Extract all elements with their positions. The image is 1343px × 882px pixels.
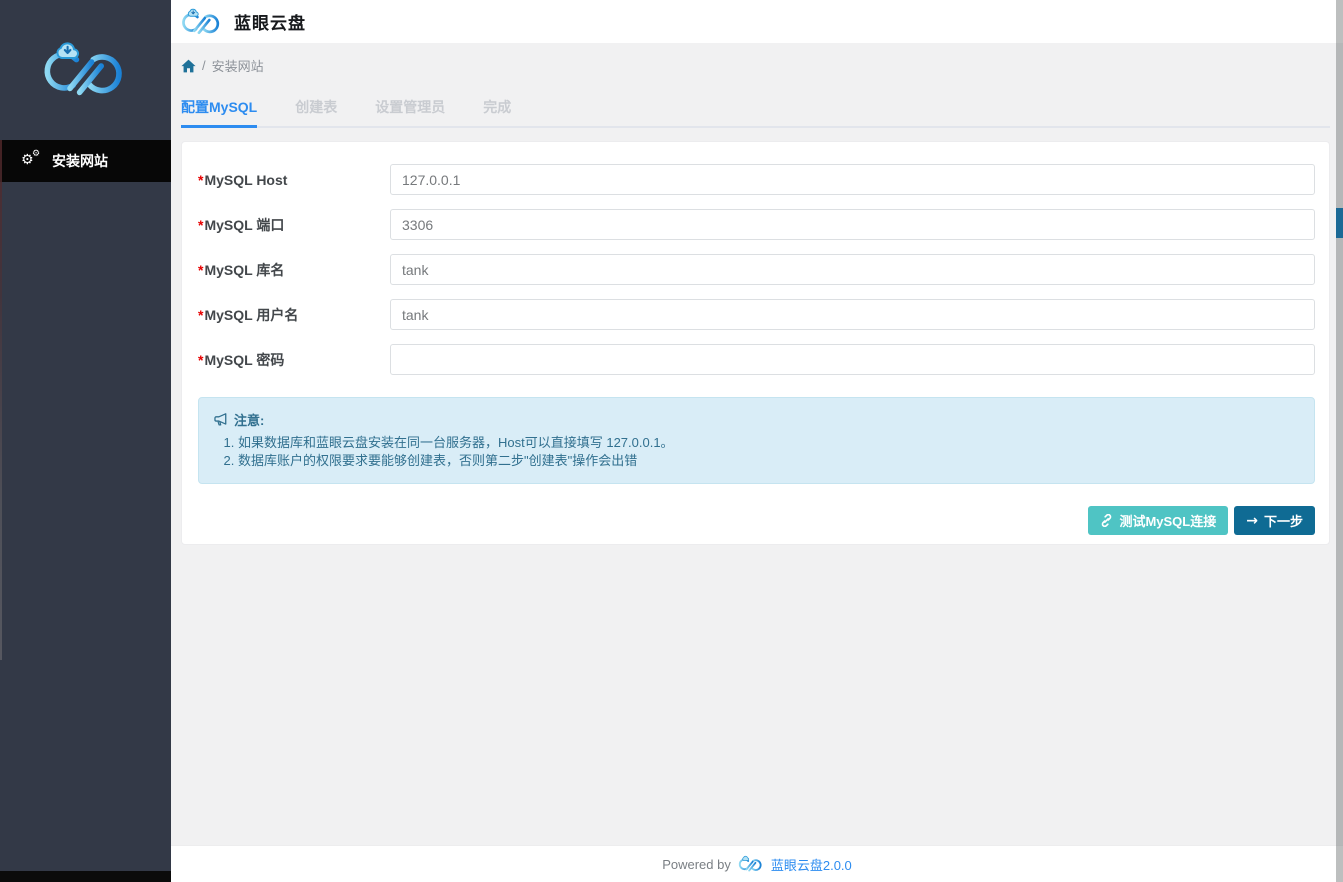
breadcrumb-current: 安装网站 xyxy=(212,56,264,75)
notice-item: 数据库账户的权限要求要能够创建表，否则第二步"创建表"操作会出错 xyxy=(238,452,1299,470)
breadcrumb: / 安装网站 xyxy=(181,56,1343,75)
footer: Powered by 蓝眼云盘2.0.0 xyxy=(171,845,1343,882)
form-row-username: *MySQL 用户名 xyxy=(198,299,1315,330)
notice-item: 如果数据库和蓝眼云盘安装在同一台服务器，Host可以直接填写 127.0.0.1… xyxy=(238,434,1299,452)
form-row-database: *MySQL 库名 xyxy=(198,254,1315,285)
notice-title-row: 注意: xyxy=(214,410,1299,429)
bullhorn-icon xyxy=(214,413,228,426)
mysql-password-input[interactable] xyxy=(390,344,1315,375)
actions-row: 测试MySQL连接 → 下一步 xyxy=(198,506,1315,535)
required-asterisk: * xyxy=(198,262,203,278)
next-step-button[interactable]: → 下一步 xyxy=(1234,506,1315,535)
mysql-host-input[interactable] xyxy=(390,164,1315,195)
tab-tables[interactable]: 创建表 xyxy=(295,97,337,126)
powered-by-text: Powered by xyxy=(662,857,731,872)
sidebar-menu: ⚙⚙ 安装网站 xyxy=(0,140,171,182)
field-label-text: MySQL Host xyxy=(204,172,287,188)
footer-logo-icon xyxy=(737,855,765,873)
main-area: 蓝眼云盘 / 安装网站 配置MySQL创建表设置管理员完成 *MySQL Hos… xyxy=(171,0,1343,882)
field-label-host: *MySQL Host xyxy=(198,172,390,188)
version-link[interactable]: 蓝眼云盘2.0.0 xyxy=(771,855,852,874)
mysql-port-input[interactable] xyxy=(390,209,1315,240)
notice-box: 注意: 如果数据库和蓝眼云盘安装在同一台服务器，Host可以直接填写 127.0… xyxy=(198,397,1315,484)
field-label-database: *MySQL 库名 xyxy=(198,260,390,280)
tab-finish[interactable]: 完成 xyxy=(483,97,511,126)
page-background-sliver xyxy=(0,140,2,660)
brand-logo-icon xyxy=(179,7,225,37)
test-mysql-label: 测试MySQL连接 xyxy=(1119,511,1216,530)
breadcrumb-separator: / xyxy=(202,58,206,73)
arrow-right-icon: → xyxy=(1246,514,1258,528)
field-label-text: MySQL 端口 xyxy=(204,217,284,233)
field-label-text: MySQL 用户名 xyxy=(204,307,298,323)
field-label-text: MySQL 库名 xyxy=(204,262,284,278)
field-label-password: *MySQL 密码 xyxy=(198,350,390,370)
sidebar-panel: ⚙⚙ 安装网站 xyxy=(0,0,171,871)
required-asterisk: * xyxy=(198,217,203,233)
form-row-host: *MySQL Host xyxy=(198,164,1315,195)
field-label-text: MySQL 密码 xyxy=(204,352,284,368)
required-asterisk: * xyxy=(198,172,203,188)
required-asterisk: * xyxy=(198,307,203,323)
sidebar-item-label: 安装网站 xyxy=(52,151,108,171)
notice-list: 如果数据库和蓝眼云盘安装在同一台服务器，Host可以直接填写 127.0.0.1… xyxy=(214,434,1299,470)
mysql-config-panel: *MySQL Host*MySQL 端口*MySQL 库名*MySQL 用户名*… xyxy=(181,141,1330,545)
field-label-port: *MySQL 端口 xyxy=(198,215,390,235)
notice-title: 注意: xyxy=(234,410,264,429)
sidebar: ⚙⚙ 安装网站 xyxy=(0,0,171,882)
tab-mysql[interactable]: 配置MySQL xyxy=(181,97,257,126)
app-logo-icon xyxy=(0,0,171,140)
field-label-username: *MySQL 用户名 xyxy=(198,305,390,325)
header: 蓝眼云盘 xyxy=(171,0,1343,43)
test-mysql-button[interactable]: 测试MySQL连接 xyxy=(1088,506,1228,535)
form-row-password: *MySQL 密码 xyxy=(198,344,1315,375)
scrollbar-thumb[interactable] xyxy=(1336,208,1343,238)
scrollbar-track[interactable] xyxy=(1336,0,1343,882)
tab-bar: 配置MySQL 创建表 设置管理员 完成 xyxy=(181,97,1330,128)
brand-title: 蓝眼云盘 xyxy=(234,9,306,34)
required-asterisk: * xyxy=(198,352,203,368)
home-icon[interactable] xyxy=(181,59,196,73)
mysql-username-input[interactable] xyxy=(390,299,1315,330)
mysql-database-input[interactable] xyxy=(390,254,1315,285)
link-icon xyxy=(1100,514,1113,527)
cogs-icon: ⚙⚙ xyxy=(21,152,41,170)
next-step-label: 下一步 xyxy=(1264,511,1303,530)
sidebar-item-install[interactable]: ⚙⚙ 安装网站 xyxy=(0,140,171,182)
mysql-config-form: *MySQL Host*MySQL 端口*MySQL 库名*MySQL 用户名*… xyxy=(198,164,1315,375)
tab-admin[interactable]: 设置管理员 xyxy=(375,97,445,126)
form-row-port: *MySQL 端口 xyxy=(198,209,1315,240)
